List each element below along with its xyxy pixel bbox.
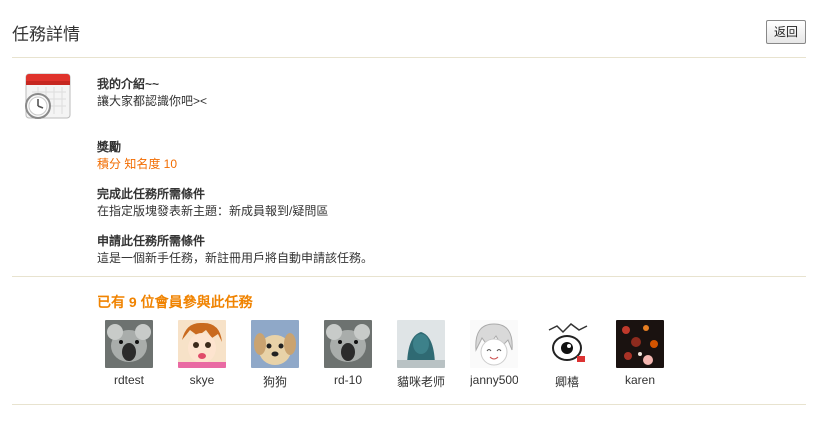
avatar[interactable]: [397, 320, 445, 368]
member-item[interactable]: 貓咪老师: [397, 320, 457, 390]
page-title: 任務詳情: [12, 25, 80, 44]
apply-conditions-text: 這是一個新手任務，新註冊用戶將自動申請該任務。: [97, 251, 374, 265]
apply-conditions-label: 申請此任務所需條件: [97, 234, 206, 248]
member-item[interactable]: 卿橲: [543, 320, 603, 390]
complete-conditions-text: 在指定版塊發表新主題：新成員報到/疑問區: [97, 204, 329, 218]
member-name[interactable]: rd-10: [324, 373, 372, 387]
member-name[interactable]: rdtest: [105, 373, 153, 387]
back-button[interactable]: 返回: [766, 20, 806, 44]
task-description: 讓大家都認識你吧><: [97, 94, 208, 108]
avatar[interactable]: [470, 320, 518, 368]
member-item[interactable]: 狗狗: [251, 320, 311, 390]
member-name[interactable]: skye: [178, 373, 226, 387]
avatar[interactable]: [178, 320, 226, 368]
participants-title: 已有 9 位會員參與此任務: [97, 294, 253, 310]
avatar[interactable]: [324, 320, 372, 368]
divider: [12, 404, 806, 405]
reward-value: 積分 知名度 10: [97, 157, 178, 171]
member-name[interactable]: janny500!: [470, 373, 518, 387]
avatar[interactable]: [251, 320, 299, 368]
member-item[interactable]: karen: [616, 320, 676, 387]
avatar[interactable]: [543, 320, 591, 368]
calendar-clock-icon: [24, 70, 74, 122]
member-name[interactable]: 卿橲: [543, 373, 591, 390]
task-name: 我的介紹~~: [97, 77, 160, 91]
member-item[interactable]: skye: [178, 320, 238, 387]
member-item[interactable]: rd-10: [324, 320, 384, 387]
avatar[interactable]: [105, 320, 153, 368]
member-item[interactable]: rdtest: [105, 320, 165, 387]
member-item[interactable]: janny500!: [470, 320, 530, 387]
page-header: 任務詳情 返回: [12, 18, 806, 48]
member-name[interactable]: 狗狗: [251, 373, 299, 390]
divider: [12, 57, 806, 58]
reward-label: 獎勵: [97, 140, 122, 154]
member-name[interactable]: karen: [616, 373, 664, 387]
avatar[interactable]: [616, 320, 664, 368]
task-details: 我的介紹~~ 讓大家都認識你吧>< 獎勵 積分 知名度 10 完成此任務所需條件…: [97, 76, 797, 280]
divider: [12, 276, 806, 277]
member-name[interactable]: 貓咪老师: [397, 373, 445, 390]
complete-conditions-label: 完成此任務所需條件: [97, 187, 206, 201]
